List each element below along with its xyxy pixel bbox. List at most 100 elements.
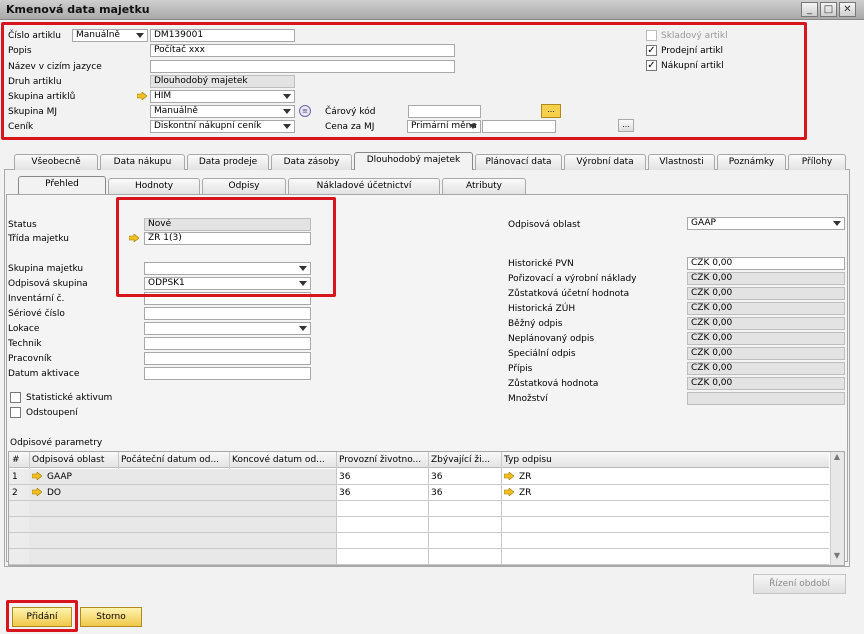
params-title: Odpisové parametry xyxy=(10,438,103,448)
value-label-4: Běžný odpis xyxy=(508,319,563,329)
period-control-button[interactable]: Řízení období xyxy=(753,574,846,594)
highlight-header xyxy=(1,22,807,140)
value-field-9 xyxy=(687,392,845,405)
depr-group-label: Odpisová skupina xyxy=(8,279,88,289)
technician-field[interactable] xyxy=(144,337,311,350)
cap-date-field[interactable] xyxy=(144,367,311,380)
row-area: DO xyxy=(47,488,62,498)
row-depr-type: ZR xyxy=(519,472,532,482)
row-header xyxy=(9,517,29,533)
row-readonly-cells xyxy=(29,517,336,533)
value-label-7: Přípis xyxy=(508,364,533,374)
params-col-0[interactable]: # xyxy=(12,454,28,466)
value-label-1: Pořizovací a výrobní náklady xyxy=(508,274,637,284)
link-arrow-icon[interactable] xyxy=(503,487,515,499)
retired-checkbox[interactable] xyxy=(10,407,21,418)
subtab-1[interactable]: Hodnoty xyxy=(108,178,200,194)
serial-no-field[interactable] xyxy=(144,307,311,320)
statistical-asset-checkbox[interactable] xyxy=(10,392,21,403)
row-header xyxy=(9,549,29,565)
tab-7[interactable]: Vlastnosti xyxy=(648,154,715,170)
employee-label: Pracovník xyxy=(8,354,52,364)
value-field-2: CZK 0,00 xyxy=(687,287,845,300)
row-header xyxy=(9,533,29,549)
row-readonly-cells xyxy=(29,549,336,565)
value-label-9: Množství xyxy=(508,394,548,404)
tab-4[interactable]: Dlouhodobý majetek xyxy=(354,152,473,170)
value-label-5: Neplánovaný odpis xyxy=(508,334,595,344)
close-button[interactable]: ✕ xyxy=(839,2,856,17)
employee-field[interactable] xyxy=(144,352,311,365)
tab-8[interactable]: Poznámky xyxy=(717,154,786,170)
cancel-button[interactable]: Storno xyxy=(80,607,142,627)
asset-class-label: Třída majetku xyxy=(8,234,69,244)
row-number: 1 xyxy=(12,472,18,482)
value-label-0: Historické PVN xyxy=(508,259,574,269)
params-col-1[interactable]: Odpisová oblast xyxy=(32,454,117,466)
row-readonly-cells xyxy=(29,501,336,517)
depr-area-select[interactable]: GAAP xyxy=(687,217,845,230)
value-field-0[interactable]: CZK 0,00 xyxy=(687,257,845,270)
depr-area-label: Odpisová oblast xyxy=(508,220,581,230)
params-col-6[interactable]: Typ odpisu xyxy=(504,454,828,466)
link-arrow-icon[interactable] xyxy=(31,487,43,499)
tab-5[interactable]: Plánovací data xyxy=(475,154,562,170)
value-field-3: CZK 0,00 xyxy=(687,302,845,315)
value-field-6: CZK 0,00 xyxy=(687,347,845,360)
tab-6[interactable]: Výrobní data xyxy=(564,154,646,170)
asset-group-label: Skupina majetku xyxy=(8,264,84,274)
value-label-6: Speciální odpis xyxy=(508,349,576,359)
params-col-3[interactable]: Koncové datum od... xyxy=(232,454,335,466)
row-depr-type: ZR xyxy=(519,488,532,498)
subtab-3[interactable]: Nákladové účetnictví xyxy=(288,178,440,194)
row-number: 2 xyxy=(12,488,18,498)
value-field-1: CZK 0,00 xyxy=(687,272,845,285)
value-label-3: Historická ZÚH xyxy=(508,304,576,314)
row-divider xyxy=(9,564,829,565)
value-field-5: CZK 0,00 xyxy=(687,332,845,345)
technician-label: Technik xyxy=(8,339,42,349)
row-header xyxy=(9,501,29,517)
row-life[interactable]: 36 xyxy=(339,471,350,483)
value-label-8: Zůstatková hodnota xyxy=(508,379,599,389)
row-readonly-cells xyxy=(29,485,336,501)
row-remaining[interactable]: 36 xyxy=(431,487,442,499)
link-arrow-icon[interactable] xyxy=(503,471,515,483)
minimize-button[interactable]: _ xyxy=(801,2,818,17)
location-select[interactable] xyxy=(144,322,311,335)
scroll-up-icon[interactable]: ▲ xyxy=(830,452,844,466)
row-life[interactable]: 36 xyxy=(339,487,350,499)
value-field-4: CZK 0,00 xyxy=(687,317,845,330)
row-readonly-cells xyxy=(29,469,336,485)
status-label: Status xyxy=(8,220,37,230)
subtab-2[interactable]: Odpisy xyxy=(202,178,286,194)
params-col-2[interactable]: Počáteční datum od... xyxy=(121,454,228,466)
scroll-down-icon[interactable]: ▼ xyxy=(830,551,844,565)
tab-2[interactable]: Data prodeje xyxy=(187,154,269,170)
row-remaining[interactable]: 36 xyxy=(431,471,442,483)
maximize-button[interactable]: □ xyxy=(820,2,837,17)
tab-9[interactable]: Přílohy xyxy=(788,154,846,170)
highlight-status xyxy=(116,197,336,297)
subtab-4[interactable]: Atributy xyxy=(442,178,526,194)
params-scrollbar[interactable] xyxy=(830,452,844,565)
value-field-8: CZK 0,00 xyxy=(687,377,845,390)
inventory-no-label: Inventární č. xyxy=(8,294,65,304)
window-title: Kmenová data majetku xyxy=(6,3,150,16)
row-area: GAAP xyxy=(47,472,72,482)
row-readonly-cells xyxy=(29,533,336,549)
tab-3[interactable]: Data zásoby xyxy=(271,154,352,170)
statistical-asset-label: Statistické aktivum xyxy=(26,393,113,403)
tab-1[interactable]: Data nákupu xyxy=(100,154,185,170)
serial-no-label: Sériové číslo xyxy=(8,309,65,319)
cap-date-label: Datum aktivace xyxy=(8,369,80,379)
value-field-7: CZK 0,00 xyxy=(687,362,845,375)
subtab-0[interactable]: Přehled xyxy=(18,176,106,194)
link-arrow-icon[interactable] xyxy=(31,471,43,483)
retired-label: Odstoupení xyxy=(26,408,78,418)
value-label-2: Zůstatková účetní hodnota xyxy=(508,289,630,299)
highlight-add xyxy=(6,600,78,632)
params-col-4[interactable]: Provozní životno... xyxy=(339,454,427,466)
tab-0[interactable]: Všeobecně xyxy=(14,154,98,170)
params-col-5[interactable]: Zbývající ži... xyxy=(431,454,500,466)
